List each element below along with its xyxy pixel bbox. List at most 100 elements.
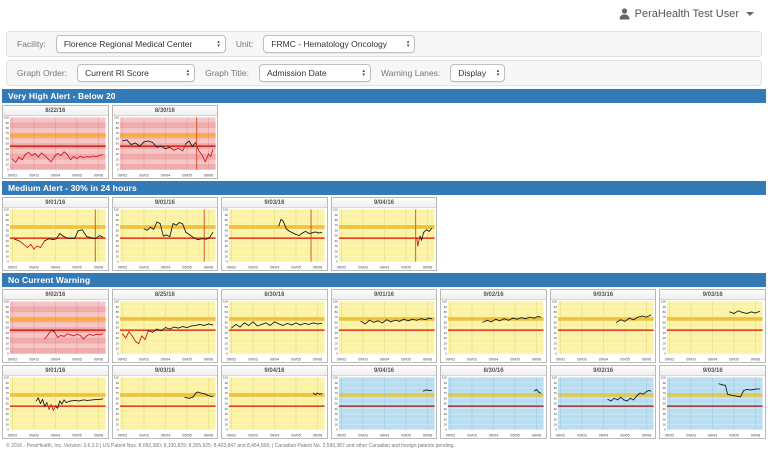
- svg-text:60: 60: [115, 320, 119, 324]
- svg-text:10: 10: [444, 423, 448, 427]
- svg-text:09/03: 09/03: [29, 173, 38, 177]
- svg-text:50: 50: [444, 326, 448, 330]
- svg-text:80: 80: [115, 126, 119, 130]
- patient-chart[interactable]: 9/03/16 100 90 80 70 60 50 40 30 20 10 0 09/02 09/03 0…: [221, 197, 328, 271]
- patient-chart[interactable]: 9/04/16 100 90 80 70 60 50 40 30 20 10 0 09/02 09/03 0…: [330, 197, 438, 271]
- svg-text:100: 100: [223, 300, 228, 304]
- svg-text:0: 0: [336, 352, 338, 356]
- graph-title-label: Graph Title:: [205, 68, 250, 78]
- patient-chart[interactable]: 8/22/16 100 90 80 70 60 50 40 30 20 10 0 09/02 09/03 0…: [2, 105, 109, 179]
- svg-text:09/05: 09/05: [182, 357, 191, 361]
- patient-chart[interactable]: 9/03/16 100 90 80 70 60 50 40 30 20 10 0 09/02 09/03 0…: [659, 289, 766, 363]
- svg-text:100: 100: [223, 376, 228, 380]
- section-header: No Current Warning: [2, 273, 766, 287]
- chart-title: 9/02/16: [550, 366, 656, 376]
- patient-chart[interactable]: 8/30/16 100 90 80 70 60 50 40 30 20 10 0 09/02 09/03 0…: [440, 365, 547, 439]
- chart-title: 9/03/16: [222, 198, 327, 208]
- svg-text:100: 100: [4, 116, 9, 120]
- svg-text:09/04: 09/04: [270, 357, 279, 361]
- svg-text:80: 80: [663, 310, 667, 314]
- chart-grid: 8/22/16 100 90 80 70 60 50 40 30 20 10 0 09/02 09/03 0…: [2, 105, 766, 179]
- svg-text:20: 20: [115, 417, 119, 421]
- svg-text:09/03: 09/03: [358, 357, 367, 361]
- svg-text:0: 0: [226, 428, 228, 432]
- patient-chart[interactable]: 8/30/16 100 90 80 70 60 50 40 30 20 10 0 09/02 09/03 0…: [111, 105, 219, 179]
- patient-chart[interactable]: 9/03/16 100 90 80 70 60 50 40 30 20 10 0 09/02 09/03 0…: [111, 365, 219, 439]
- svg-text:100: 100: [661, 300, 666, 304]
- svg-text:09/06: 09/06: [94, 173, 103, 177]
- select-arrows-icon: [216, 40, 220, 49]
- svg-text:70: 70: [115, 391, 119, 395]
- warning-lanes-label: Warning Lanes:: [381, 68, 441, 78]
- svg-text:09/04: 09/04: [380, 265, 389, 269]
- select-arrows-icon: [186, 69, 190, 78]
- svg-text:09/02: 09/02: [337, 357, 346, 361]
- svg-text:10: 10: [225, 347, 229, 351]
- svg-text:70: 70: [444, 391, 448, 395]
- patient-chart[interactable]: 9/02/16 100 90 80 70 60 50 40 30 20 10 0 09/02 09/03 0…: [549, 365, 657, 439]
- svg-text:20: 20: [225, 341, 229, 345]
- svg-text:70: 70: [115, 223, 119, 227]
- svg-text:50: 50: [115, 326, 119, 330]
- svg-text:50: 50: [334, 234, 338, 238]
- user-menu-button[interactable]: PeraHealth Test User: [619, 8, 754, 20]
- patient-chart[interactable]: 9/01/16 100 90 80 70 60 50 40 30 20 10 0 09/02 09/03 0…: [2, 197, 109, 271]
- svg-text:09/03: 09/03: [139, 357, 148, 361]
- svg-text:100: 100: [113, 376, 118, 380]
- chart-grid: 9/01/16 100 90 80 70 60 50 40 30 20 10 0 09/02 09/03 0…: [2, 197, 766, 271]
- patient-chart[interactable]: 9/04/16 100 90 80 70 60 50 40 30 20 10 0 09/02 09/03 0…: [330, 365, 438, 439]
- svg-text:10: 10: [663, 347, 667, 351]
- svg-text:40: 40: [225, 407, 229, 411]
- svg-text:09/04: 09/04: [51, 357, 60, 361]
- svg-text:40: 40: [115, 331, 119, 335]
- svg-text:60: 60: [225, 396, 229, 400]
- svg-text:09/06: 09/06: [94, 357, 103, 361]
- patient-chart[interactable]: 9/04/16 100 90 80 70 60 50 40 30 20 10 0 09/02 09/03 0…: [221, 365, 328, 439]
- warning-lanes-select[interactable]: Display: [450, 64, 506, 82]
- svg-text:20: 20: [225, 249, 229, 253]
- svg-text:100: 100: [113, 208, 118, 212]
- svg-text:09/04: 09/04: [599, 357, 608, 361]
- svg-text:50: 50: [225, 402, 229, 406]
- svg-text:09/04: 09/04: [160, 357, 169, 361]
- svg-text:30: 30: [334, 336, 338, 340]
- patient-chart[interactable]: 8/25/16 100 90 80 70 60 50 40 30 20 10 0 09/02 09/03 0…: [111, 289, 219, 363]
- svg-text:70: 70: [334, 223, 338, 227]
- svg-text:80: 80: [6, 386, 10, 390]
- facility-select[interactable]: Florence Regional Medical Center: [55, 35, 226, 53]
- svg-text:30: 30: [115, 336, 119, 340]
- svg-text:09/03: 09/03: [29, 357, 38, 361]
- unit-select[interactable]: FRMC - Hematology Oncology: [263, 35, 416, 53]
- svg-text:09/04: 09/04: [51, 265, 60, 269]
- svg-text:0: 0: [117, 260, 119, 264]
- graph-title-select[interactable]: Admission Date: [259, 64, 372, 82]
- graph-order-select[interactable]: Current RI Score: [77, 64, 196, 82]
- svg-text:80: 80: [663, 386, 667, 390]
- warning-lanes-value: Display: [458, 68, 487, 78]
- svg-text:20: 20: [225, 417, 229, 421]
- svg-text:0: 0: [226, 260, 228, 264]
- svg-text:09/06: 09/06: [642, 357, 651, 361]
- svg-text:09/04: 09/04: [489, 357, 498, 361]
- svg-text:30: 30: [553, 336, 557, 340]
- patient-chart[interactable]: 9/01/16 100 90 80 70 60 50 40 30 20 10 0 09/02 09/03 0…: [2, 365, 109, 439]
- patient-chart[interactable]: 8/30/16 100 90 80 70 60 50 40 30 20 10 0 09/02 09/03 0…: [221, 289, 328, 363]
- svg-text:30: 30: [115, 244, 119, 248]
- patient-chart[interactable]: 9/03/16 100 90 80 70 60 50 40 30 20 10 0 09/02 09/03 0…: [549, 289, 657, 363]
- svg-text:09/03: 09/03: [139, 265, 148, 269]
- svg-text:30: 30: [444, 412, 448, 416]
- patient-chart[interactable]: 9/02/16 100 90 80 70 60 50 40 30 20 10 0 09/02 09/03 0…: [2, 289, 109, 363]
- patient-chart[interactable]: 9/02/16 100 90 80 70 60 50 40 30 20 10 0 09/02 09/03 0…: [440, 289, 547, 363]
- patient-chart[interactable]: 9/01/16 100 90 80 70 60 50 40 30 20 10 0 09/02 09/03 0…: [111, 197, 219, 271]
- svg-text:0: 0: [226, 352, 228, 356]
- svg-text:30: 30: [663, 412, 667, 416]
- ri-trend-plot: 100908070605040302010009/02 09/03 09/04 09/…: [552, 300, 654, 361]
- svg-text:0: 0: [446, 352, 448, 356]
- patient-chart[interactable]: 9/01/16 100 90 80 70 60 50 40 30 20 10 0 09/02 09/03 0…: [330, 289, 438, 363]
- svg-text:10: 10: [115, 163, 119, 167]
- svg-text:90: 90: [225, 213, 229, 217]
- patient-chart[interactable]: 9/03/16 100 90 80 70 60 50 40 30 20 10 0 09/02 09/03 0…: [659, 365, 766, 439]
- section-header: Medium Alert - 30% in 24 hours: [2, 181, 766, 195]
- ri-trend-plot: 100908070605040302010009/02 09/03 09/04 09/…: [4, 116, 106, 177]
- footer-text: © 2016 - PeraHealth, Inc. Version: 3.6.3…: [6, 443, 455, 449]
